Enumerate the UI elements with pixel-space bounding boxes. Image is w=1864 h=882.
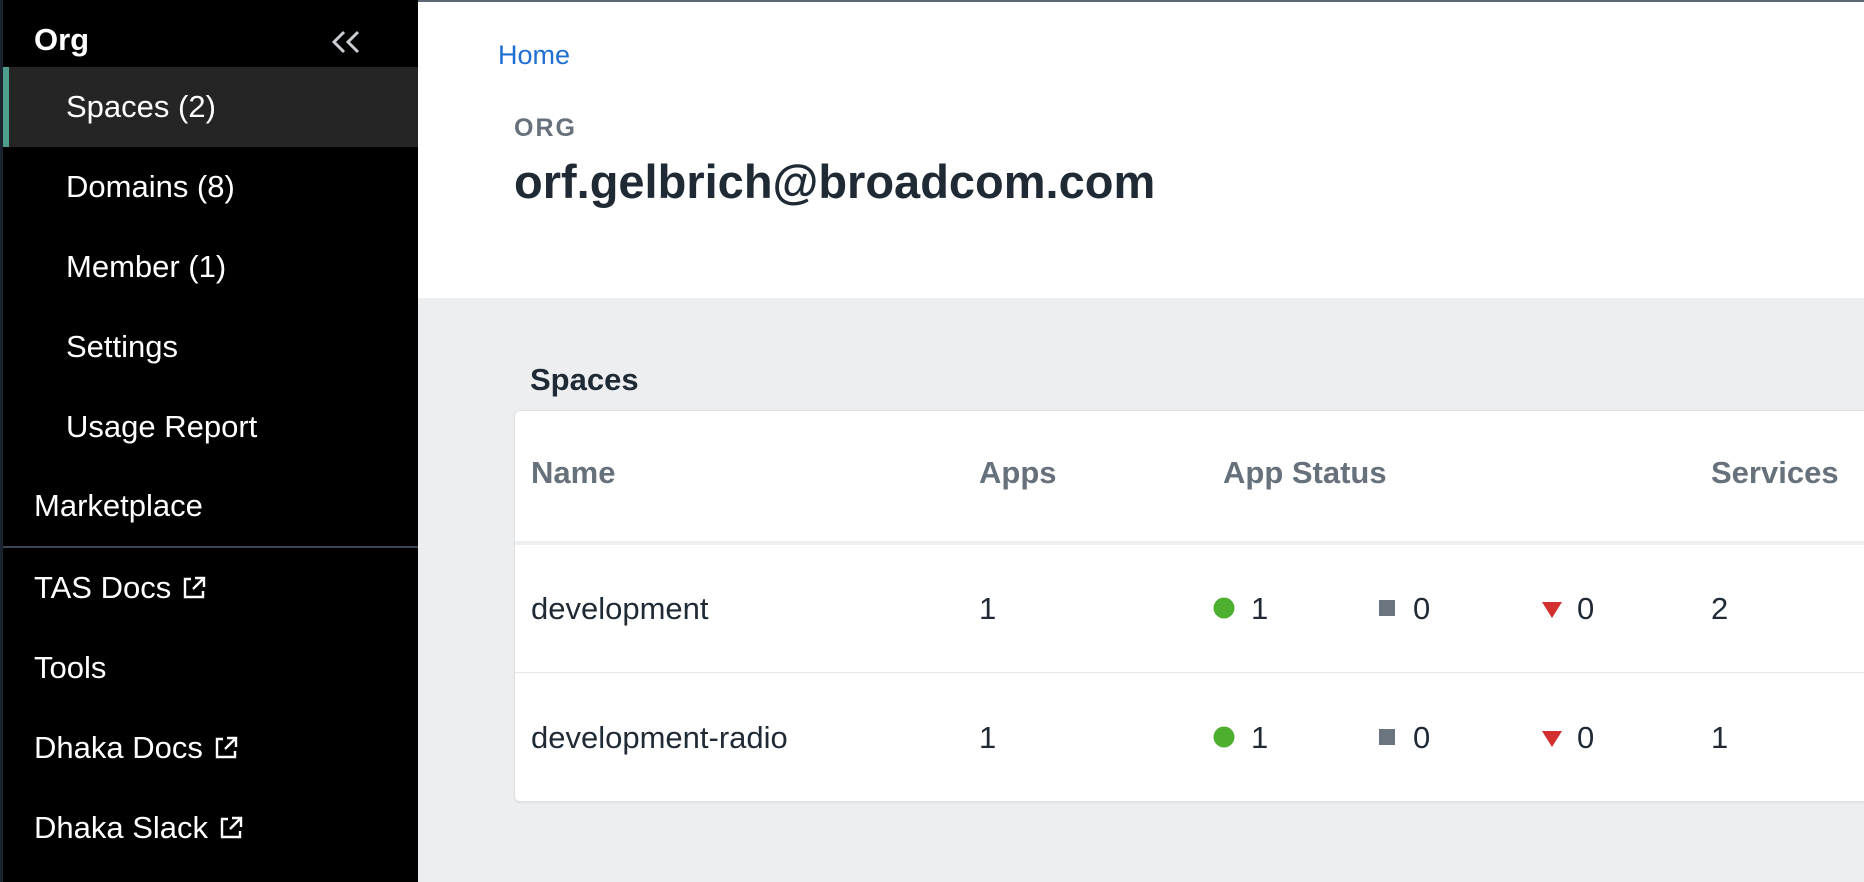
sidebar: Org Spaces (2) Domains (8) Member (1) Se… bbox=[0, 0, 418, 882]
services-count: 1 bbox=[1711, 720, 1729, 755]
stopped-count: 0 bbox=[1413, 591, 1431, 626]
space-name[interactable]: development bbox=[531, 591, 709, 627]
sidebar-item-usage-report[interactable]: Usage Report bbox=[0, 387, 418, 467]
sidebar-item-member[interactable]: Member (1) bbox=[0, 227, 418, 307]
apps-count: 1 bbox=[979, 720, 997, 755]
sidebar-title: Org bbox=[34, 22, 90, 57]
page-header: Home ORG orf.gelbrich@broadcom.com bbox=[418, 2, 1864, 298]
table-row[interactable]: development-radio 1 1 0 0 1 bbox=[515, 674, 1864, 801]
sidebar-item-label: Settings bbox=[66, 329, 179, 364]
column-header-app-status: App Status bbox=[1223, 455, 1387, 490]
sidebar-edge bbox=[0, 0, 3, 882]
column-header-name: Name bbox=[531, 455, 616, 490]
sidebar-header: Org bbox=[0, 0, 418, 66]
sidebar-item-label: Member (1) bbox=[66, 249, 227, 284]
sidebar-link-tools[interactable]: Tools bbox=[0, 628, 418, 708]
sidebar-item-label: Domains (8) bbox=[66, 169, 235, 204]
external-link-icon bbox=[218, 815, 244, 841]
crashed-count: 0 bbox=[1577, 591, 1595, 626]
sidebar-item-settings[interactable]: Settings bbox=[0, 307, 418, 387]
column-header-services: Services bbox=[1711, 455, 1839, 490]
stopped-count: 0 bbox=[1413, 720, 1431, 755]
external-link-icon bbox=[213, 735, 239, 761]
sidebar-link-label: Dhaka Docs bbox=[34, 730, 203, 765]
services-count: 2 bbox=[1711, 591, 1729, 626]
gray-square-icon bbox=[1379, 600, 1395, 616]
page-eyebrow: ORG bbox=[514, 114, 577, 142]
column-header-apps: Apps bbox=[979, 455, 1057, 490]
apps-count: 1 bbox=[979, 591, 997, 626]
sidebar-link-dhaka-slack[interactable]: Dhaka Slack bbox=[0, 788, 418, 868]
space-name[interactable]: development-radio bbox=[531, 720, 788, 756]
sidebar-link-label: Tools bbox=[34, 650, 107, 685]
green-circle-icon bbox=[1213, 726, 1235, 748]
sidebar-item-domains[interactable]: Domains (8) bbox=[0, 147, 418, 227]
crashed-count: 0 bbox=[1577, 720, 1595, 755]
running-count: 1 bbox=[1251, 720, 1269, 755]
breadcrumb-home[interactable]: Home bbox=[498, 40, 570, 71]
red-triangle-icon bbox=[1542, 731, 1562, 747]
sidebar-item-label: Marketplace bbox=[34, 488, 203, 523]
sidebar-link-label: Dhaka Slack bbox=[34, 810, 209, 845]
sidebar-item-label: Spaces (2) bbox=[66, 89, 216, 124]
gray-square-icon bbox=[1379, 729, 1395, 745]
red-triangle-icon bbox=[1542, 602, 1562, 618]
sidebar-link-tas-docs[interactable]: TAS Docs bbox=[0, 548, 418, 628]
sidebar-item-marketplace[interactable]: Marketplace bbox=[0, 466, 418, 546]
running-count: 1 bbox=[1251, 591, 1269, 626]
section-title-spaces: Spaces bbox=[530, 362, 639, 397]
sidebar-item-spaces[interactable]: Spaces (2) bbox=[0, 67, 418, 147]
double-chevron-left-icon bbox=[331, 30, 360, 54]
green-circle-icon bbox=[1213, 597, 1235, 619]
page-title: orf.gelbrich@broadcom.com bbox=[514, 155, 1156, 208]
sidebar-link-dhaka-docs[interactable]: Dhaka Docs bbox=[0, 708, 418, 788]
table-row[interactable]: development 1 1 0 0 2 bbox=[515, 545, 1864, 673]
spaces-table: Name Apps App Status Services developmen… bbox=[514, 410, 1864, 802]
sidebar-item-label: Usage Report bbox=[66, 409, 258, 444]
external-link-icon bbox=[181, 575, 207, 601]
collapse-sidebar-button[interactable] bbox=[326, 24, 366, 60]
sidebar-link-label: TAS Docs bbox=[34, 570, 172, 605]
